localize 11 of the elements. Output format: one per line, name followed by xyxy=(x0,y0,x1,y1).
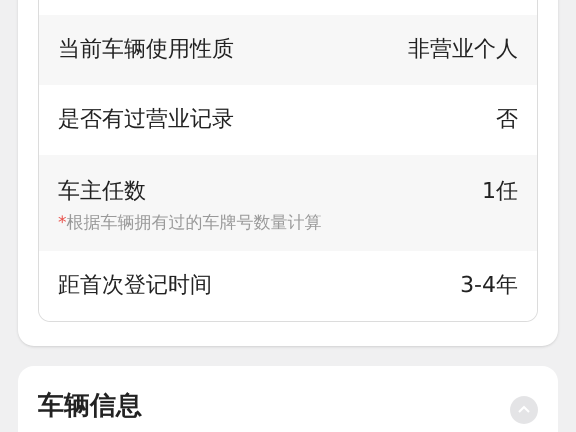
row-value: 否 xyxy=(496,106,518,134)
row-label: 距首次登记时间 xyxy=(58,272,212,300)
collapse-button[interactable] xyxy=(510,396,538,424)
row-note: *根据车辆拥有过的车牌号数量计算 xyxy=(58,212,322,235)
row-label: 当前车辆使用性质 xyxy=(58,36,234,64)
section-title: 车辆信息 xyxy=(38,390,142,423)
row-value: 3-4年 xyxy=(460,272,518,300)
row-value: 非营业个人 xyxy=(408,36,518,64)
row-label: 车主任数 xyxy=(58,178,147,206)
row-value: 1任 xyxy=(482,178,518,206)
row-label: 是否有过营业记录 xyxy=(58,106,234,134)
